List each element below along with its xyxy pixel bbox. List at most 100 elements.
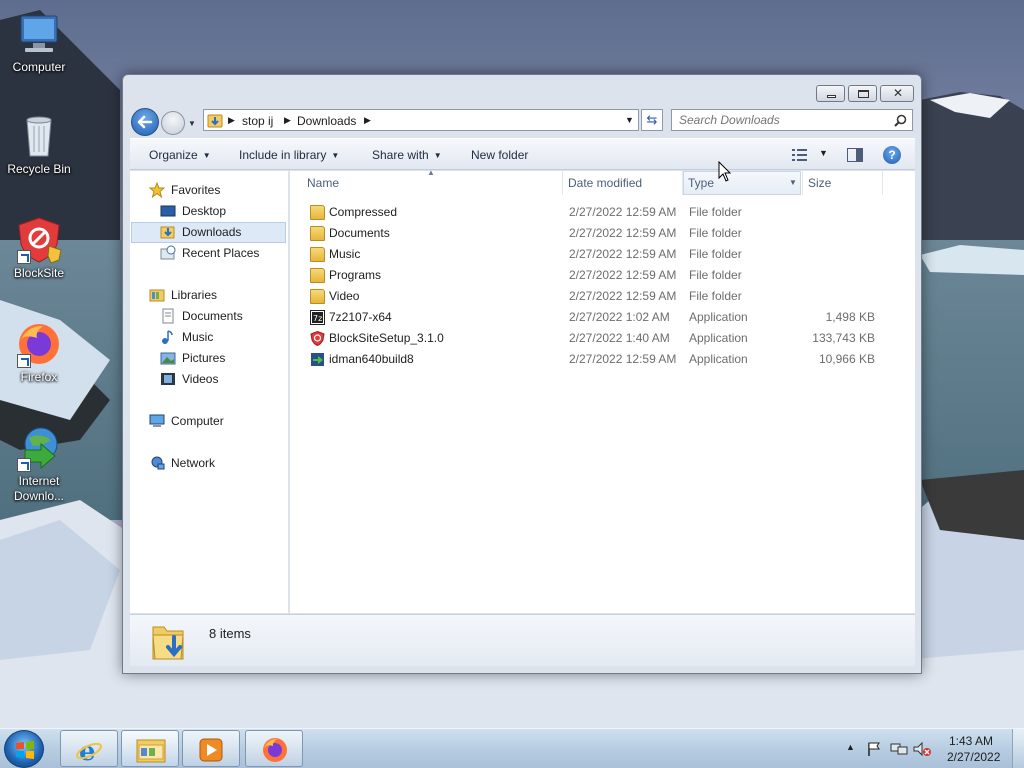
command-bar: Organize ▼ Include in library ▼ Share with… (130, 138, 915, 170)
address-bar[interactable]: ▶ stop ij ▶ Downloads ▶ ▼ (203, 109, 639, 131)
file-type: Application (689, 310, 748, 324)
new-folder-button[interactable]: New folder (471, 148, 528, 162)
help-button[interactable]: ? (883, 146, 901, 164)
recent-pages-chevron-icon[interactable]: ▼ (188, 119, 196, 128)
taskbar-internet-explorer[interactable]: e (60, 730, 118, 767)
file-date: 2/27/2022 12:59 AM (569, 352, 677, 366)
nav-item-computer[interactable]: Computer (149, 411, 279, 431)
minimize-button[interactable] (816, 85, 845, 102)
type-filter-dropdown-icon[interactable]: ▼ (789, 178, 797, 187)
nav-item-documents[interactable]: Documents (160, 306, 280, 326)
column-separator[interactable] (682, 171, 683, 195)
taskbar-firefox[interactable] (245, 730, 303, 767)
desktop-icon-firefox[interactable]: Firefox (1, 320, 77, 385)
file-date: 2/27/2022 12:59 AM (569, 289, 677, 303)
nav-item-pictures[interactable]: Pictures (160, 348, 280, 368)
column-header-date-modified[interactable]: Date modified (568, 171, 642, 195)
maximize-button[interactable] (848, 85, 877, 102)
search-input[interactable] (672, 110, 890, 130)
breadcrumb-separator-icon[interactable]: ▶ (364, 115, 371, 126)
view-options-caret-icon[interactable]: ▼ (819, 148, 828, 158)
file-type: File folder (689, 226, 742, 240)
column-header-type[interactable]: Type (688, 171, 714, 195)
desktop-icon-recycle-bin[interactable]: Recycle Bin (1, 112, 77, 177)
internet-download-manager-icon (15, 424, 63, 472)
breadcrumb-separator-icon[interactable]: ▶ (284, 115, 291, 126)
navigation-pane: Favorites Desktop Downloads Recent Place… (130, 171, 289, 613)
music-icon (160, 329, 176, 345)
file-type: File folder (689, 268, 742, 282)
file-type: File folder (689, 247, 742, 261)
nav-item-downloads[interactable]: Downloads (160, 222, 280, 242)
libraries-icon (149, 287, 165, 303)
file-date: 2/27/2022 12:59 AM (569, 268, 677, 282)
column-header-name[interactable]: Name (307, 171, 339, 195)
media-player-icon (199, 738, 223, 762)
include-in-library-label: Include in library (239, 148, 327, 162)
search-box[interactable] (671, 109, 913, 131)
breadcrumb-downloads[interactable]: Downloads (297, 114, 356, 128)
address-dropdown-icon[interactable]: ▼ (625, 115, 634, 125)
file-row-video[interactable]: Video 2/27/2022 12:59 AM File folder (290, 286, 915, 307)
nav-item-recent-places[interactable]: Recent Places (160, 243, 280, 263)
folder-icon (310, 205, 325, 220)
breadcrumb-separator-icon[interactable]: ▶ (228, 115, 235, 126)
nav-item-favorites[interactable]: Favorites (148, 180, 279, 200)
desktop-icon-label: Recycle Bin (7, 162, 71, 176)
file-row-compressed[interactable]: Compressed 2/27/2022 12:59 AM File folde… (290, 202, 915, 223)
breadcrumb-stop-ij[interactable]: stop ij (242, 114, 273, 128)
forward-button[interactable] (161, 111, 185, 135)
refresh-icon: ⇆ (646, 112, 658, 127)
start-button[interactable] (4, 730, 44, 768)
desktop-icon (160, 203, 176, 219)
refresh-button[interactable]: ⇆ (641, 109, 663, 131)
nav-item-network[interactable]: Network (149, 453, 279, 473)
file-name: Programs (329, 268, 382, 282)
organize-button[interactable]: Organize ▼ (149, 148, 211, 162)
clock-date[interactable]: 2/27/2022 (947, 750, 1000, 764)
file-row-idman640build8[interactable]: idman640build8 2/27/2022 12:59 AM Applic… (290, 349, 915, 370)
column-separator[interactable] (562, 171, 563, 195)
volume-muted-icon[interactable] (913, 741, 931, 757)
videos-icon (160, 371, 176, 387)
restore-icon (858, 90, 869, 98)
item-count: 8 items (209, 626, 251, 641)
file-type: Application (689, 352, 748, 366)
search-icon[interactable] (894, 114, 907, 127)
desktop-icon-blocksite[interactable]: BlockSite (1, 216, 77, 281)
desktop-icon-computer[interactable]: Computer (1, 10, 77, 75)
network-status-icon[interactable] (890, 741, 908, 757)
desktop-icon-internet-download-manager[interactable]: Internet Downlo... (1, 424, 77, 504)
nav-item-desktop[interactable]: Desktop (160, 201, 280, 221)
shortcut-arrow-icon (17, 458, 31, 472)
close-button[interactable]: ✕ (880, 85, 914, 102)
documents-icon (160, 308, 176, 324)
nav-item-music[interactable]: Music (160, 327, 280, 347)
file-list-pane: ▲ Name Date modified Type ▼ Size Compres… (290, 168, 915, 613)
taskbar-media-player[interactable] (182, 730, 240, 767)
file-row-music[interactable]: Music 2/27/2022 12:59 AM File folder (290, 244, 915, 265)
include-in-library-button[interactable]: Include in library ▼ (239, 148, 339, 162)
nav-item-libraries[interactable]: Libraries (149, 285, 279, 305)
star-icon (148, 181, 166, 199)
column-header-size[interactable]: Size (808, 171, 831, 195)
column-separator[interactable] (802, 171, 803, 195)
action-center-flag-icon[interactable] (866, 741, 882, 757)
file-row-documents[interactable]: Documents 2/27/2022 12:59 AM File folder (290, 223, 915, 244)
file-row-blocksitesetup[interactable]: BlockSiteSetup_3.1.0 2/27/2022 1:40 AM A… (290, 328, 915, 349)
nav-item-videos[interactable]: Videos (160, 369, 280, 389)
column-separator[interactable] (882, 171, 883, 195)
show-hidden-icons-button[interactable]: ▲ (846, 742, 855, 752)
taskbar-windows-explorer[interactable] (121, 730, 179, 767)
file-type: File folder (689, 205, 742, 219)
file-row-programs[interactable]: Programs 2/27/2022 12:59 AM File folder (290, 265, 915, 286)
back-button[interactable] (131, 108, 159, 136)
window-titlebar[interactable]: ✕ (123, 75, 921, 105)
file-row-7z2107-x64[interactable]: 7z 7z2107-x64 2/27/2022 1:02 AM Applicat… (290, 307, 915, 328)
share-with-button[interactable]: Share with ▼ (372, 148, 442, 162)
change-view-button[interactable]: ▼ (792, 146, 828, 164)
show-desktop-button[interactable] (1012, 729, 1024, 768)
file-date: 2/27/2022 12:59 AM (569, 205, 677, 219)
preview-pane-button[interactable] (847, 148, 863, 162)
clock-time[interactable]: 1:43 AM (949, 734, 993, 748)
